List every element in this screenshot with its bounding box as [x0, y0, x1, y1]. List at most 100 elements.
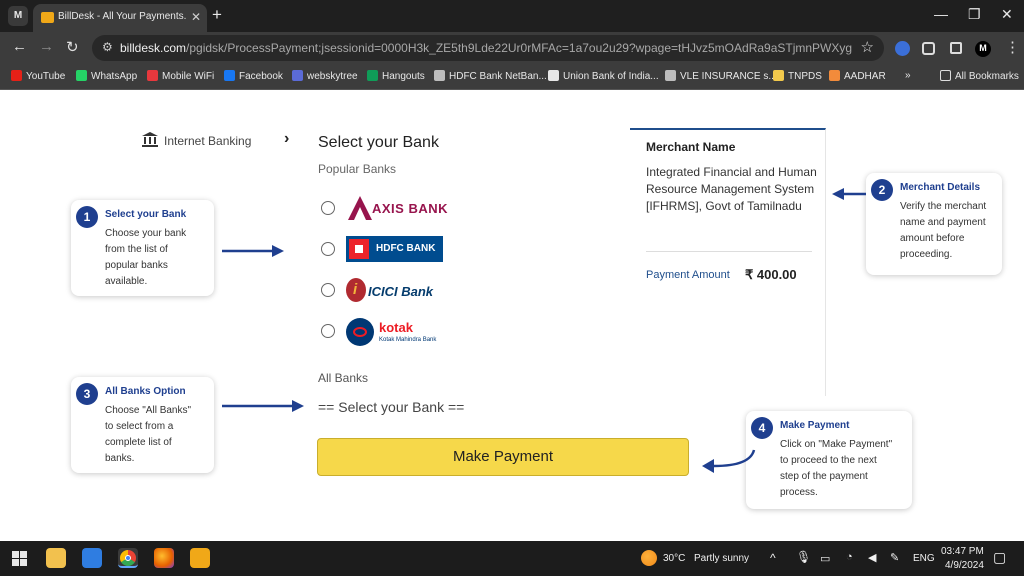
chrome-taskbar-icon[interactable]: [118, 548, 138, 568]
callout-select-bank: 1 Select your Bank Choose your bank from …: [71, 200, 214, 296]
callout-body: Choose "All Banks" to select from a comple…: [105, 405, 192, 464]
bookmark-favicon-icon: [548, 70, 559, 81]
reload-icon[interactable]: ↻: [66, 38, 79, 56]
side-panel-icon[interactable]: [950, 42, 962, 54]
app-icon[interactable]: [82, 548, 102, 568]
bookmark-item[interactable]: Mobile WiFi: [147, 70, 214, 82]
show-hidden-icons[interactable]: ^: [770, 551, 776, 565]
bookmark-item[interactable]: TNPDS: [773, 70, 822, 82]
new-tab-icon[interactable]: +: [212, 5, 222, 25]
callout-title: Select your Bank: [105, 209, 187, 220]
hdfc-bank-name: HDFC BANK: [376, 243, 436, 254]
bookmark-item[interactable]: YouTube: [11, 70, 65, 82]
menu-dots-icon[interactable]: ⋮: [1005, 38, 1020, 56]
all-banks-label: All Banks: [318, 371, 369, 385]
app-icon-orange[interactable]: [190, 548, 210, 568]
pen-icon[interactable]: ✎: [890, 551, 899, 564]
bookmark-label: YouTube: [26, 71, 66, 82]
bookmark-favicon-icon: [665, 70, 676, 81]
radio-hdfc-bank[interactable]: [321, 242, 335, 256]
browser-toolbar: ← → ↻ ⚙ billdesk.com/pgidsk/ProcessPayme…: [0, 32, 1024, 64]
bookmark-item[interactable]: Hangouts: [367, 70, 425, 82]
language-indicator[interactable]: ENG: [913, 553, 935, 564]
notification-icon[interactable]: ▢: [993, 549, 1006, 566]
merchant-name-heading: Merchant Name: [646, 140, 736, 154]
radio-axis-bank[interactable]: [321, 201, 335, 215]
bookmark-favicon-icon: [224, 70, 235, 81]
address-bar[interactable]: ⚙ billdesk.com/pgidsk/ProcessPayment;jse…: [92, 35, 884, 61]
kotak-bank-subtitle: Kotak Mahindra Bank: [379, 337, 437, 343]
hdfc-bank-logo[interactable]: HDFC BANK: [346, 236, 443, 262]
page-content: Internet Banking › Select your Bank Popu…: [0, 91, 1024, 541]
icici-mark-letter: i: [353, 281, 358, 298]
file-explorer-icon[interactable]: [46, 548, 66, 568]
callout-number: 2: [871, 179, 893, 201]
folder-icon: [940, 70, 951, 81]
bookmark-item[interactable]: webskytree: [292, 70, 358, 82]
bookmark-item[interactable]: WhatsApp: [76, 70, 137, 82]
minimize-icon[interactable]: —: [934, 6, 948, 22]
callout-body: Click on "Make Payment" to proceed to the…: [780, 439, 893, 498]
callout-number: 1: [76, 206, 98, 228]
radio-icici-bank[interactable]: [321, 283, 335, 297]
firefox-icon[interactable]: [154, 548, 174, 568]
bank-building-icon: [142, 132, 158, 147]
callout-title: Merchant Details: [900, 182, 981, 193]
tab-close-icon[interactable]: ✕: [191, 10, 201, 24]
all-banks-select[interactable]: == Select your Bank ==: [318, 399, 464, 415]
weather-icon[interactable]: [641, 550, 657, 566]
windows-start-icon[interactable]: [12, 551, 27, 566]
wifi-icon[interactable]: ◔: [846, 551, 853, 563]
forward-icon[interactable]: →: [39, 38, 54, 55]
radio-kotak-bank[interactable]: [321, 324, 335, 338]
bookmark-item[interactable]: VLE INSURANCE s...: [665, 70, 777, 82]
bookmark-label: TNPDS: [788, 71, 822, 82]
battery-icon[interactable]: ▭: [820, 552, 830, 565]
profile-avatar[interactable]: M: [975, 41, 991, 57]
clock-date[interactable]: 4/9/2024: [945, 560, 984, 571]
restore-icon[interactable]: ❐: [968, 6, 981, 23]
extension-icon[interactable]: [895, 41, 910, 56]
internet-banking-label[interactable]: Internet Banking: [164, 134, 251, 148]
site-info-icon[interactable]: ⚙: [102, 40, 113, 54]
tab-title: BillDesk - All Your Payments. Si: [58, 11, 186, 22]
speaker-icon[interactable]: ◀: [868, 551, 876, 564]
all-bookmarks[interactable]: All Bookmarks: [940, 70, 1019, 82]
hdfc-mark-inner: [355, 245, 363, 253]
bookmark-label: Hangouts: [382, 71, 425, 82]
callout-merchant-details: 2 Merchant Details Verify the merchant na…: [866, 173, 1002, 275]
bookmark-favicon-icon: [773, 70, 784, 81]
bookmark-item[interactable]: HDFC Bank NetBan...: [434, 70, 547, 82]
make-payment-button[interactable]: Make Payment: [317, 438, 689, 476]
weather-description[interactable]: Partly sunny: [694, 553, 749, 564]
bookmark-label: VLE INSURANCE s...: [680, 71, 777, 82]
bookmark-star-icon[interactable]: ☆: [861, 38, 874, 56]
callout-number: 3: [76, 383, 98, 405]
bookmark-item[interactable]: Union Bank of India...: [548, 70, 659, 82]
callout-title: Make Payment: [780, 420, 850, 431]
close-window-icon[interactable]: ✕: [1001, 6, 1013, 23]
icici-bank-name: ICICI Bank: [368, 284, 434, 299]
microphone-icon[interactable]: 🎙: [796, 550, 811, 564]
clock-time[interactable]: 03:47 PM: [941, 546, 984, 557]
axis-bank-logo-icon: [348, 196, 372, 220]
popular-banks-title: Popular Banks: [318, 162, 397, 176]
bookmark-label: AADHAR: [844, 71, 886, 82]
weather-temperature[interactable]: 30°C: [663, 553, 685, 564]
bookmark-favicon-icon: [829, 70, 840, 81]
bookmark-item[interactable]: Facebook: [224, 70, 283, 82]
merchant-panel: Merchant Name Integrated Financial and H…: [630, 128, 826, 396]
callout-make-payment: 4 Make Payment Click on "Make Payment" to…: [746, 411, 912, 509]
extensions-puzzle-icon[interactable]: [922, 42, 935, 55]
browser-tab-billdesk[interactable]: BillDesk - All Your Payments. Si ✕: [33, 4, 207, 32]
back-icon[interactable]: ←: [12, 38, 27, 55]
bookmark-item[interactable]: AADHAR: [829, 70, 886, 82]
bookmark-label: webskytree: [307, 71, 358, 82]
bookmark-favicon-icon: [434, 70, 445, 81]
more-bookmarks-icon[interactable]: »: [905, 70, 911, 81]
arrow-right-icon: [222, 400, 304, 412]
chrome-logo-center: [125, 555, 131, 561]
axis-bank-logo[interactable]: AXIS BANK: [346, 194, 448, 222]
gmail-icon[interactable]: M: [8, 6, 28, 26]
callout-title: All Banks Option: [105, 386, 186, 397]
